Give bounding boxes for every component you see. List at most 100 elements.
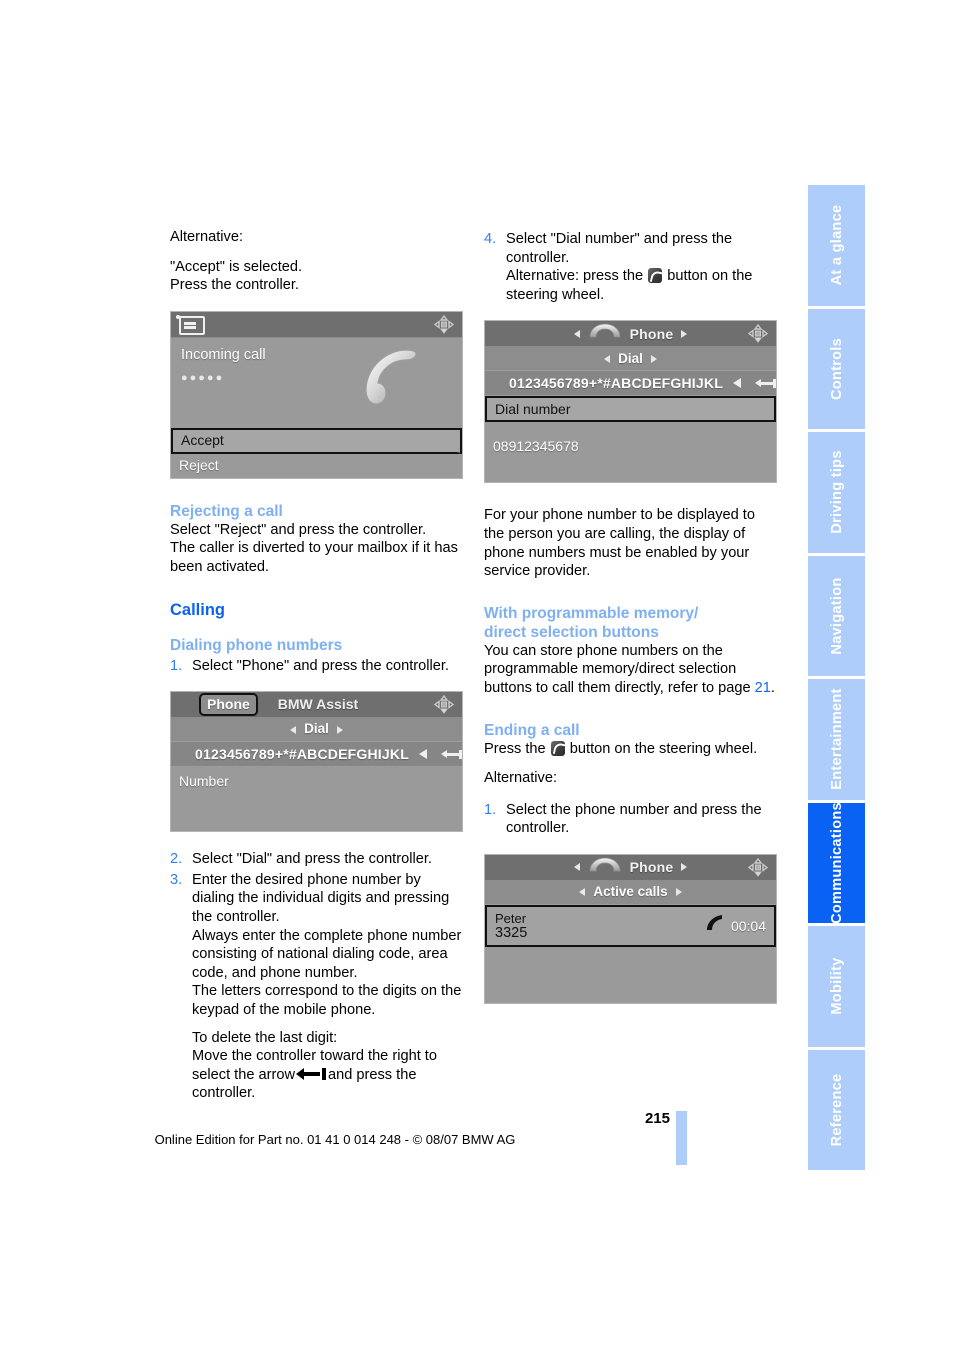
- heading-ending-a-call: Ending a call: [484, 721, 580, 739]
- step-3-paragraph-1: Enter the desired phone number by dialin…: [192, 871, 450, 925]
- entered-number-area: 08912345678: [485, 422, 776, 483]
- chevron-left-icon[interactable]: [573, 329, 580, 338]
- character-set[interactable]: 0123456789+*#ABCDEFGHIJKL: [195, 745, 409, 764]
- screen-title-phone: Phone: [629, 859, 674, 876]
- screenshot-incoming-call: Incoming call ●●●●● Accept Reject BMW-Fi…: [170, 310, 463, 479]
- chevron-left-icon[interactable]: [579, 888, 586, 897]
- ending-a-call-text: Press the button on the steering wheel.: [484, 740, 777, 759]
- subbar-label-dial: Dial: [618, 350, 643, 366]
- sidebar-item-communications[interactable]: Communications: [808, 801, 865, 926]
- sidebar-item-mobility[interactable]: Mobility: [808, 926, 865, 1050]
- page-number: 215: [644, 1110, 670, 1127]
- delete-arrow-icon: [296, 1067, 327, 1080]
- heading-rejecting-a-call: Rejecting a call: [170, 502, 283, 520]
- tab-phone[interactable]: Phone: [199, 693, 258, 716]
- screenshot-dial-menu: Phone BMW Assist Dial 0123456789+*#ABCDE…: [170, 691, 463, 833]
- tab-bmw-assist[interactable]: BMW Assist: [272, 694, 364, 715]
- screenshot-dial-number: Phone Dial 0123456789+*#ABCDEFGHIJKL Dia…: [484, 320, 777, 484]
- backspace-icon[interactable]: [440, 748, 462, 760]
- caller-id-note: For your phone number to be displayed to…: [484, 507, 755, 580]
- reject-menu-item[interactable]: Reject: [171, 453, 462, 478]
- figure-id-mark: BMW-Figure: [456, 446, 461, 476]
- controller-compass-icon: [747, 324, 769, 344]
- character-selector-row[interactable]: 0123456789+*#ABCDEFGHIJKL: [171, 742, 462, 768]
- chevron-right-icon[interactable]: [681, 863, 688, 872]
- character-selector-row[interactable]: 0123456789+*#ABCDEFGHIJKL: [485, 371, 776, 397]
- step-1: 1. Select the phone number and press the…: [484, 801, 777, 838]
- empty-call-list-area: [485, 946, 776, 1003]
- sidebar-item-controls[interactable]: Controls: [808, 308, 865, 432]
- chevron-left-icon[interactable]: [573, 863, 580, 872]
- memory-text-main: You can store phone numbers on the progr…: [484, 642, 751, 696]
- chevron-right-icon[interactable]: [675, 888, 682, 897]
- chevron-right-icon[interactable]: [681, 329, 688, 338]
- step-text: Select the phone number and press the co…: [506, 801, 762, 837]
- active-call-contact-name: Peter: [495, 910, 527, 926]
- sidebar-item-label: Entertainment: [828, 688, 845, 790]
- ending-button-text: button on the steering wheel.: [569, 740, 758, 757]
- call-duration: 00:04: [730, 917, 766, 934]
- steering-wheel-phone-button-icon: [648, 268, 663, 284]
- right-column: 4. Select "Dial number" and press the co…: [484, 228, 777, 1004]
- active-handset-icon: [704, 913, 724, 939]
- idrive-status-bar: [171, 311, 462, 338]
- backspace-icon[interactable]: [754, 377, 776, 389]
- memory-text-end: .: [770, 679, 775, 696]
- footer-marker-bar: [676, 1111, 687, 1165]
- step-4: 4. Select "Dial number" and press the co…: [484, 230, 777, 304]
- sidebar-item-label: Controls: [828, 337, 845, 400]
- step-number: 2.: [170, 851, 183, 868]
- sidebar-item-label: Driving tips: [828, 450, 845, 534]
- number-field-label: Number: [171, 767, 462, 792]
- step-1: 1. Select "Phone" and press the controll…: [170, 657, 463, 676]
- chevron-left-icon[interactable]: [290, 725, 297, 734]
- chevron-right-icon[interactable]: [650, 354, 657, 363]
- sidebar-item-navigation[interactable]: Navigation: [808, 555, 865, 679]
- idrive-sub-bar: Dial: [485, 347, 776, 372]
- step-number: 3.: [170, 871, 183, 888]
- left-column: Alternative: "Accept" is selected. Press…: [170, 228, 463, 1103]
- page-footer: 215 Online Edition for Part no. 01 41 0 …: [0, 1110, 954, 1170]
- arrow-left-icon[interactable]: [418, 749, 427, 760]
- step-number: 1.: [484, 801, 497, 818]
- delete-last-digit-label: To delete the last digit:: [192, 1029, 338, 1046]
- idrive-status-bar: Phone: [485, 321, 776, 348]
- sidebar-item-label: At a glance: [828, 204, 845, 286]
- sidebar-item-entertainment[interactable]: Entertainment: [808, 679, 865, 803]
- step-text: Select "Dial" and press the controller.: [192, 851, 432, 868]
- sidebar-item-at-a-glance[interactable]: At a glance: [808, 185, 865, 309]
- rejecting-line-1: Select "Reject" and press the controller…: [170, 521, 427, 538]
- arrow-left-icon[interactable]: [732, 378, 741, 389]
- accept-menu-item[interactable]: Accept: [171, 427, 462, 454]
- step-4-paragraph-1: Select "Dial number" and press the contr…: [506, 231, 733, 266]
- idrive-sub-bar: Active calls: [485, 880, 776, 905]
- sidebar-item-driving-tips[interactable]: Driving tips: [808, 432, 865, 556]
- call-badge-icon: [176, 314, 205, 335]
- chevron-left-icon[interactable]: [604, 354, 611, 363]
- steering-wheel-phone-button-icon: [550, 740, 565, 756]
- step-3: 3. Enter the desired phone number by dia…: [170, 871, 463, 1103]
- screenshot-active-calls: Phone Active calls Peter 3325 00:04 BMW-…: [484, 853, 777, 1004]
- section-sidebar: At a glance Controls Driving tips Naviga…: [808, 185, 865, 1170]
- number-entry-area: Number: [171, 767, 462, 832]
- heading-dialing-phone-numbers: Dialing phone numbers: [170, 636, 343, 654]
- sidebar-item-label: Mobility: [828, 957, 845, 1015]
- subbar-label-dial: Dial: [304, 721, 329, 737]
- sidebar-item-label: Communications: [828, 801, 845, 924]
- figure-id-mark: BMW-Figure: [456, 799, 461, 830]
- step-number: 4.: [484, 231, 497, 247]
- handset-small-icon: [588, 857, 622, 879]
- dial-number-menu-item[interactable]: Dial number: [485, 396, 776, 423]
- page-reference-link[interactable]: 21: [755, 680, 771, 696]
- chevron-right-icon[interactable]: [336, 725, 343, 734]
- active-call-list-item[interactable]: Peter 3325 00:04: [485, 904, 776, 947]
- step-text: Select "Phone" and press the controller.: [192, 657, 449, 674]
- figure-id-mark: BMW-Figure: [770, 451, 775, 481]
- ending-press-text: Press the: [484, 740, 546, 757]
- character-set[interactable]: 0123456789+*#ABCDEFGHIJKL: [509, 374, 723, 393]
- press-controller-text: Press the controller.: [170, 277, 299, 294]
- step-4-paragraph-2: Alternative: press the button on the ste…: [506, 267, 777, 304]
- entered-phone-number: 08912345678: [485, 434, 776, 459]
- step-3-paragraph-4: To delete the last digit: Move the contr…: [192, 1029, 463, 1103]
- sidebar-item-label: Navigation: [828, 577, 845, 655]
